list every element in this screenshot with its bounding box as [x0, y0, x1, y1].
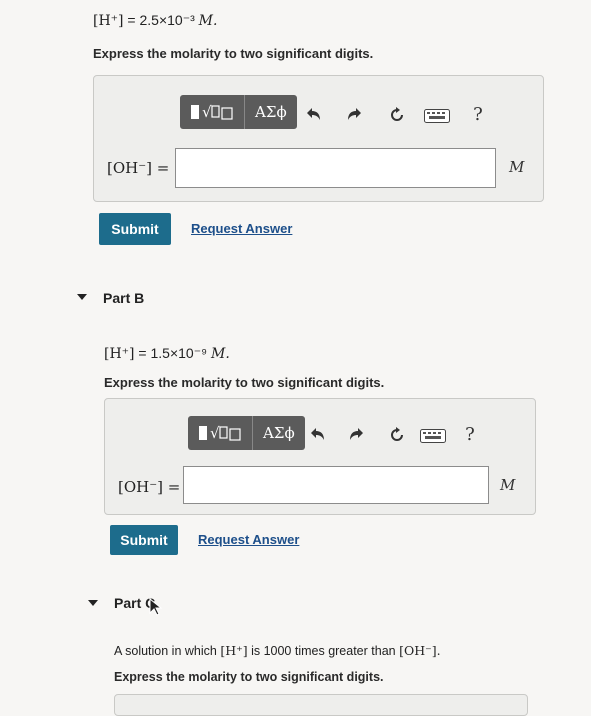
partC-statement-mid: is 1000 times greater than: [251, 644, 396, 658]
partA-toolbar: √ ΑΣϕ: [180, 95, 297, 129]
caret-down-icon[interactable]: [77, 294, 87, 300]
caret-down-icon[interactable]: [88, 600, 98, 606]
greek-icon[interactable]: ΑΣϕ: [252, 416, 305, 450]
partC-statement-pre: A solution in which: [114, 644, 217, 658]
svg-text:√: √: [202, 103, 212, 121]
partA-answer-label: [OH⁻] =: [107, 159, 170, 177]
h-plus-label: [H⁺]: [220, 643, 248, 658]
h-plus-value: = 2.5×10⁻³: [127, 12, 195, 28]
partB-toolbar: √ ΑΣϕ: [188, 416, 305, 450]
help-icon[interactable]: ?: [467, 103, 489, 125]
templates-icon[interactable]: √: [180, 95, 244, 129]
partA-request-answer-link[interactable]: Request Answer: [191, 221, 292, 236]
partC-statement: A solution in which [H⁺] is 1000 times g…: [114, 643, 441, 658]
partB-unit: M: [500, 476, 516, 494]
molar-unit: M.: [210, 346, 230, 362]
svg-text:√: √: [210, 424, 220, 442]
partB-concentration: [H⁺] = 1.5×10⁻⁹ M.: [104, 345, 230, 362]
help-icon[interactable]: ?: [459, 423, 481, 445]
keyboard-icon[interactable]: [424, 105, 450, 127]
partA-submit-button[interactable]: Submit: [99, 213, 171, 245]
oh-minus-label: [OH⁻].: [399, 643, 441, 658]
h-plus-label: [H⁺]: [93, 13, 124, 29]
reset-icon[interactable]: [386, 104, 408, 126]
h-plus-label: [H⁺]: [104, 346, 135, 362]
mouse-pointer-icon: [148, 597, 164, 621]
undo-icon[interactable]: [306, 424, 328, 446]
h-plus-value: = 1.5×10⁻⁹: [138, 345, 208, 361]
partB-toolbar-group: √ ΑΣϕ: [188, 416, 305, 450]
molar-unit: M.: [198, 13, 218, 29]
partB-answer-label: [OH⁻] =: [118, 478, 181, 496]
partB-title[interactable]: Part B: [103, 290, 144, 306]
partA-unit: M: [509, 158, 525, 176]
undo-icon[interactable]: [302, 104, 324, 126]
partA-toolbar-group: √ ΑΣϕ: [180, 95, 297, 129]
partB-request-answer-link[interactable]: Request Answer: [198, 532, 299, 547]
partA-prompt: Express the molarity to two significant …: [93, 46, 374, 61]
keyboard-icon[interactable]: [420, 425, 446, 447]
templates-icon[interactable]: √: [188, 416, 252, 450]
redo-icon[interactable]: [346, 424, 368, 446]
reset-icon[interactable]: [386, 424, 408, 446]
redo-icon[interactable]: [344, 104, 366, 126]
partB-prompt: Express the molarity to two significant …: [104, 375, 385, 390]
greek-icon[interactable]: ΑΣϕ: [244, 95, 297, 129]
partA-concentration: [H⁺] = 2.5×10⁻³ M.: [93, 12, 217, 29]
partB-submit-button[interactable]: Submit: [110, 525, 178, 555]
partC-prompt: Express the molarity to two significant …: [114, 670, 384, 684]
partC-answer-panel: [114, 694, 528, 716]
partB-answer-input[interactable]: [183, 466, 489, 504]
partA-answer-input[interactable]: [175, 148, 496, 188]
